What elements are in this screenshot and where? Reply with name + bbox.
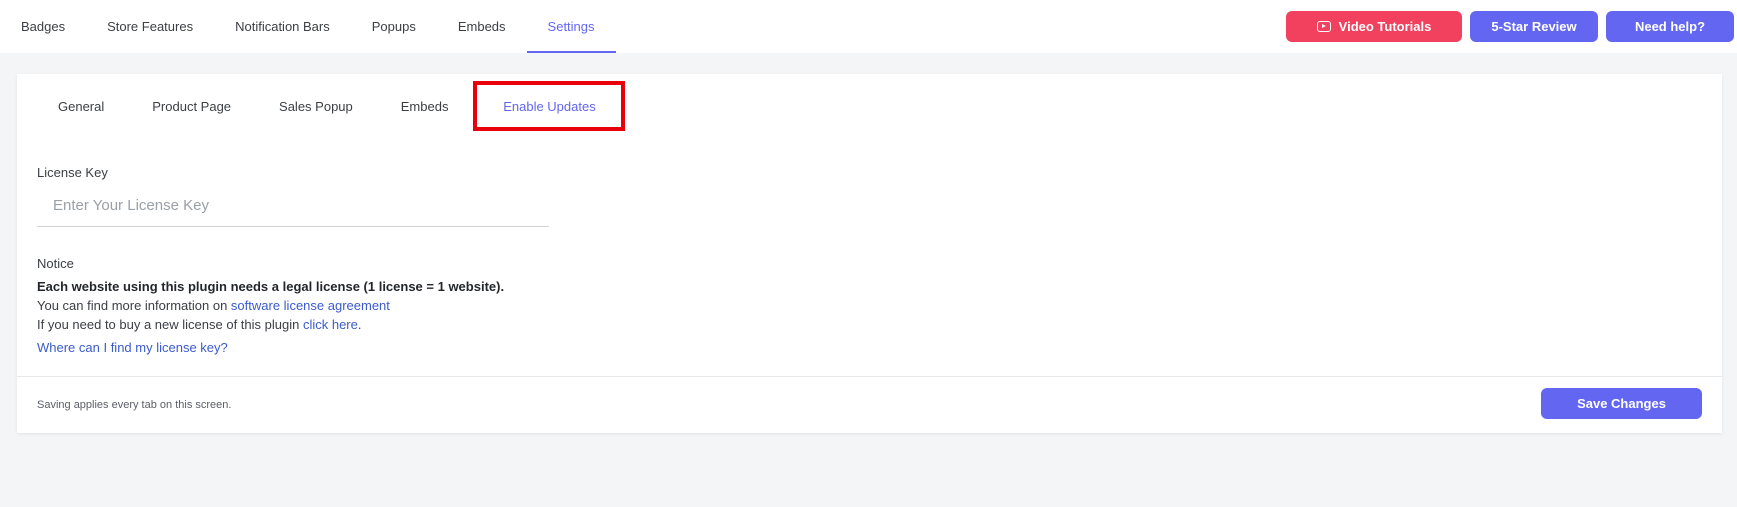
nav-tab-notification-bars[interactable]: Notification Bars bbox=[214, 0, 351, 53]
notice-buy-text: If you need to buy a new license of this… bbox=[37, 317, 303, 332]
nav-tab-store-features[interactable]: Store Features bbox=[86, 0, 214, 53]
notice-license-requirement: Each website using this plugin needs a l… bbox=[37, 279, 505, 294]
main-nav: Badges Store Features Notification Bars … bbox=[0, 0, 616, 53]
find-license-key-link[interactable]: Where can I find my license key? bbox=[37, 338, 504, 357]
settings-tab-embeds[interactable]: Embeds bbox=[377, 82, 473, 130]
save-changes-button[interactable]: Save Changes bbox=[1541, 388, 1702, 419]
license-key-input[interactable] bbox=[37, 185, 549, 227]
nav-tab-settings[interactable]: Settings bbox=[526, 0, 616, 53]
nav-tab-popups[interactable]: Popups bbox=[351, 0, 437, 53]
settings-tab-product-page[interactable]: Product Page bbox=[128, 82, 255, 130]
notice-info-line: You can find more information on softwar… bbox=[37, 296, 504, 315]
header-actions: Video Tutorials 5-Star Review Need help? bbox=[1286, 11, 1734, 42]
settings-tab-general[interactable]: General bbox=[34, 82, 128, 130]
license-notice: Notice Each website using this plugin ne… bbox=[37, 254, 504, 357]
license-agreement-link[interactable]: software license agreement bbox=[231, 298, 390, 313]
footer-note: Saving applies every tab on this screen. bbox=[37, 399, 232, 411]
notice-buy-line: If you need to buy a new license of this… bbox=[37, 315, 504, 334]
five-star-review-button[interactable]: 5-Star Review bbox=[1470, 11, 1598, 42]
notice-title: Notice bbox=[37, 256, 74, 271]
buy-license-link[interactable]: click here bbox=[303, 317, 358, 332]
settings-tab-sales-popup[interactable]: Sales Popup bbox=[255, 82, 377, 130]
settings-card: General Product Page Sales Popup Embeds … bbox=[17, 74, 1722, 433]
card-footer: Saving applies every tab on this screen.… bbox=[17, 376, 1722, 433]
top-bar: Badges Store Features Notification Bars … bbox=[0, 0, 1737, 53]
notice-info-text: You can find more information on bbox=[37, 298, 231, 313]
youtube-play-icon bbox=[1316, 21, 1331, 32]
settings-tabs: General Product Page Sales Popup Embeds … bbox=[34, 81, 626, 131]
nav-tab-badges[interactable]: Badges bbox=[0, 0, 86, 53]
notice-buy-suffix: . bbox=[357, 317, 362, 332]
video-tutorials-label: Video Tutorials bbox=[1338, 19, 1432, 34]
need-help-button[interactable]: Need help? bbox=[1606, 11, 1734, 42]
nav-tab-embeds[interactable]: Embeds bbox=[437, 0, 527, 53]
video-tutorials-button[interactable]: Video Tutorials bbox=[1286, 11, 1462, 42]
settings-tab-enable-updates[interactable]: Enable Updates bbox=[473, 81, 626, 131]
license-key-label: License Key bbox=[37, 165, 108, 180]
